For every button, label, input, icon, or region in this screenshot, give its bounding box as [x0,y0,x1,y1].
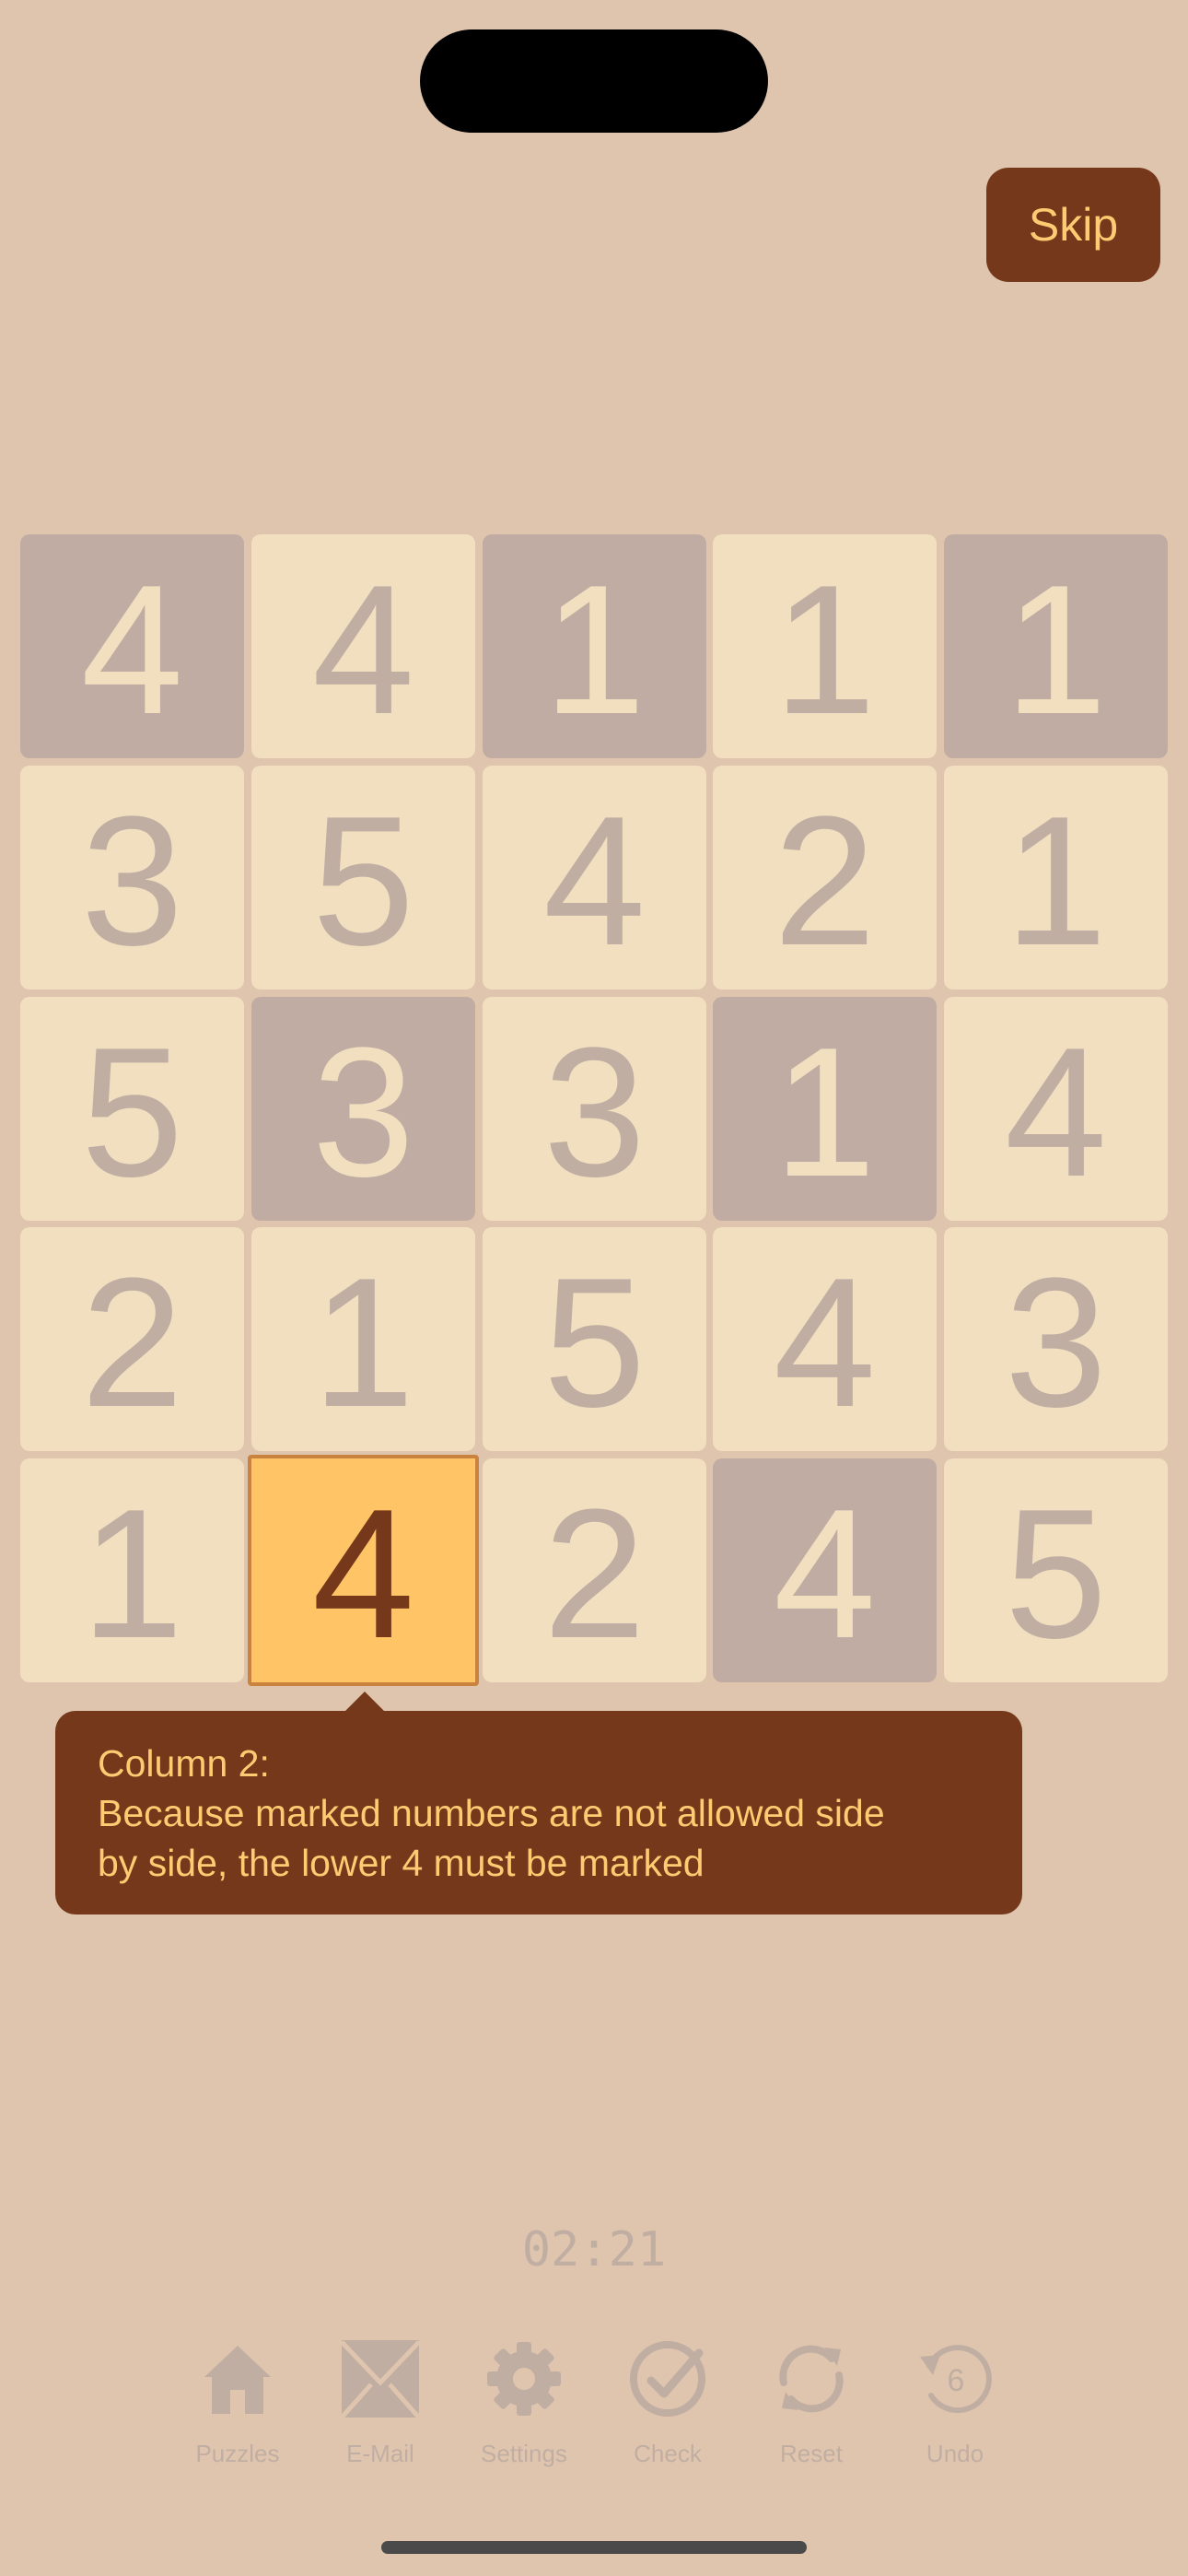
check-button[interactable]: Check [599,2340,737,2478]
cell-number: 1 [542,546,646,753]
grid-cell[interactable]: 3 [251,997,475,1221]
undo-button[interactable]: 6 Undo [886,2340,1024,2478]
grid-cell[interactable]: 1 [483,534,706,758]
cell-number: 1 [773,546,877,753]
cell-number: 3 [311,1009,415,1215]
email-button[interactable]: E-Mail [311,2340,449,2478]
cell-number: 2 [80,1239,184,1446]
settings-label: Settings [481,2440,567,2467]
reset-button[interactable]: Reset [742,2340,880,2478]
grid-cell[interactable]: 1 [20,1458,244,1682]
cell-number: 4 [80,546,184,753]
grid-cell[interactable]: 2 [20,1227,244,1451]
grid-cell[interactable]: 5 [483,1227,706,1451]
grid-cell[interactable]: 4 [20,534,244,758]
envelope-icon [342,2340,419,2418]
gear-icon [487,2342,561,2416]
cell-number: 3 [542,1009,646,1215]
cell-number: 1 [1004,778,1108,984]
cell-number: 5 [1004,1470,1108,1677]
cell-number: 5 [542,1239,646,1446]
grid-cell[interactable]: 5 [251,766,475,989]
grid-cell[interactable]: 3 [20,766,244,989]
cell-number: 1 [80,1470,184,1677]
cell-number: 2 [773,778,877,984]
grid-cell[interactable]: 2 [483,1458,706,1682]
home-icon [204,2346,271,2414]
grid-cell[interactable]: 5 [944,1458,1168,1682]
puzzles-label: Puzzles [195,2440,280,2467]
reset-arrows-icon [779,2345,844,2413]
grid-cell[interactable]: 1 [251,1227,475,1451]
cell-number: 4 [311,1470,415,1677]
check-label: Check [634,2440,702,2467]
cell-number: 1 [311,1239,415,1446]
cell-number: 4 [1004,1009,1108,1215]
grid-cell-selected[interactable]: 4 [248,1455,479,1686]
cell-number: 4 [542,778,646,984]
cell-number: 5 [311,778,415,984]
undo-count: 6 [948,2363,965,2398]
grid-cell[interactable]: 5 [20,997,244,1221]
puzzles-button[interactable]: Puzzles [169,2340,307,2478]
grid-cell[interactable]: 4 [713,1227,937,1451]
grid-cell[interactable]: 3 [944,1227,1168,1451]
cell-number: 4 [311,546,415,753]
skip-button[interactable]: Skip [986,168,1160,282]
grid-cell[interactable]: 1 [713,997,937,1221]
grid-cell[interactable]: 4 [483,766,706,989]
grid-cell[interactable]: 2 [713,766,937,989]
grid-cell[interactable]: 3 [483,997,706,1221]
cell-number: 3 [1004,1239,1108,1446]
cell-number: 5 [80,1009,184,1215]
hint-tooltip: Column 2: Because marked numbers are not… [55,1711,1022,1914]
cell-number: 3 [80,778,184,984]
grid-cell[interactable]: 4 [251,534,475,758]
cell-number: 1 [773,1009,877,1215]
checkmark-circle-icon [630,2341,705,2417]
cell-number: 4 [773,1239,877,1446]
puzzle-grid: 4 4 1 1 1 3 5 4 2 1 5 3 3 1 4 2 1 5 4 3 … [20,534,1168,1686]
grid-cell[interactable]: 1 [944,766,1168,989]
home-indicator[interactable] [381,2541,807,2554]
game-timer: 02:21 [521,2222,667,2277]
cell-number: 2 [542,1470,646,1677]
grid-cell[interactable]: 1 [713,534,937,758]
hint-pointer [344,1692,386,1713]
cell-number: 1 [1004,546,1108,753]
dynamic-island [420,29,768,133]
cell-number: 4 [773,1470,877,1677]
grid-cell[interactable]: 4 [713,1458,937,1682]
reset-label: Reset [780,2440,843,2467]
hint-text: Column 2: Because marked numbers are not… [98,1742,885,1884]
undo-arrow-icon: 6 [920,2345,992,2414]
email-label: E-Mail [346,2440,414,2467]
undo-label: Undo [926,2440,984,2467]
grid-cell[interactable]: 4 [944,997,1168,1221]
settings-button[interactable]: Settings [455,2340,593,2478]
grid-cell[interactable]: 1 [944,534,1168,758]
